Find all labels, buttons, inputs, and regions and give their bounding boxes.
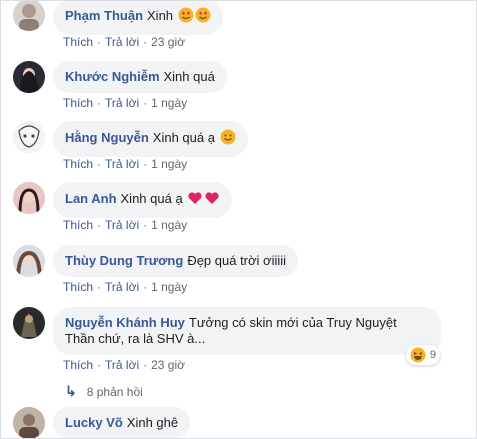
comment-bubble: Lan Anh Xinh quá ạ — [53, 182, 233, 218]
like-link[interactable]: Thích — [63, 280, 93, 294]
separator-dot: · — [97, 35, 102, 49]
reply-arrow-icon: ↳ — [65, 383, 77, 399]
comment-time[interactable]: 23 giờ — [151, 35, 185, 49]
separator-dot: · — [143, 358, 148, 372]
comment-actions: Thích · Trả lời · 1 ngày — [63, 157, 187, 171]
separator-dot: · — [97, 96, 102, 110]
reaction-summary[interactable]: 9 — [405, 345, 440, 365]
avatar[interactable] — [13, 307, 45, 339]
comment-text: Xinh quá — [163, 69, 215, 84]
avatar[interactable] — [13, 182, 45, 214]
reply-link[interactable]: Trả lời — [105, 280, 139, 294]
comment-actions: Thích · Trả lời · 23 giờ — [63, 358, 185, 372]
heart-eyes-emoji-icon — [195, 7, 211, 27]
comment-time[interactable]: 23 giờ — [151, 358, 185, 372]
avatar[interactable] — [13, 1, 45, 31]
avatar[interactable] — [13, 121, 45, 153]
comment-actions: Thích · Trả lời · 1 ngày — [63, 218, 187, 232]
like-link[interactable]: Thích — [63, 218, 93, 232]
comment-time[interactable]: 1 ngày — [151, 157, 187, 171]
reply-link[interactable]: Trả lời — [105, 157, 139, 171]
comment-text: Xinh ghê — [126, 415, 179, 430]
comment-bubble: Hằng Nguyễn Xinh quá ạ — [53, 121, 248, 157]
replies-count: 8 phản hồi — [86, 384, 143, 399]
avatar[interactable] — [13, 245, 45, 277]
separator-dot: · — [143, 35, 148, 49]
comment-actions: Thích · Trả lời · 1 ngày — [63, 280, 187, 294]
reaction-count: 9 — [429, 349, 436, 361]
separator-dot: · — [97, 157, 102, 171]
separator-dot: · — [143, 280, 148, 294]
reply-link[interactable]: Trả lời — [105, 96, 139, 110]
separator-dot: · — [97, 218, 102, 232]
separator-dot: · — [97, 280, 102, 294]
comment-time[interactable]: 1 ngày — [151, 280, 187, 294]
comment-author[interactable]: Hằng Nguyễn — [65, 130, 149, 145]
separator-dot: · — [143, 96, 148, 110]
comment-author[interactable]: Lucky Võ — [65, 415, 123, 430]
like-link[interactable]: Thích — [63, 157, 93, 171]
like-link[interactable]: Thích — [63, 358, 93, 372]
comment-author[interactable]: Phạm Thuận — [65, 8, 143, 23]
comment-text: Đẹp quá trời ơiiiii — [187, 253, 287, 268]
comment-bubble: Lucky Võ Xinh ghê — [53, 407, 191, 438]
smile-emoji-icon — [220, 129, 236, 149]
reply-link[interactable]: Trả lời — [105, 35, 139, 49]
avatar[interactable] — [13, 407, 45, 438]
comment-time[interactable]: 1 ngày — [151, 218, 187, 232]
comment-text: Xinh — [147, 8, 174, 23]
comment-text: Xinh quá ạ — [120, 191, 183, 206]
reply-link[interactable]: Trả lời — [105, 358, 139, 372]
separator-dot: · — [143, 218, 148, 232]
like-link[interactable]: Thích — [63, 35, 93, 49]
comment-author[interactable]: Lan Anh — [65, 191, 117, 206]
comment-author[interactable]: Thùy Dung Trương — [65, 253, 183, 268]
view-replies-link[interactable]: ↳ 8 phản hồi — [65, 383, 143, 400]
comment-author[interactable]: Khước Nghiễm — [65, 69, 160, 84]
reply-link[interactable]: Trả lời — [105, 218, 139, 232]
haha-emoji-icon — [410, 347, 426, 363]
comment-actions: Thích · Trả lời · 23 giờ — [63, 35, 185, 49]
comment-time[interactable]: 1 ngày — [151, 96, 187, 110]
comment-text: Xinh quá ạ — [152, 130, 215, 145]
avatar[interactable] — [13, 61, 45, 93]
separator-dot: · — [143, 157, 148, 171]
comment-actions: Thích · Trả lời · 1 ngày — [63, 96, 187, 110]
comment-author[interactable]: Nguyễn Khánh Huy — [65, 315, 185, 330]
heart-icon — [204, 190, 220, 210]
separator-dot: · — [97, 358, 102, 372]
heart-icon — [187, 190, 203, 210]
heart-eyes-emoji-icon — [178, 7, 194, 27]
comment-bubble: Khước Nghiễm Xinh quá — [53, 61, 227, 93]
comment-bubble: Nguyễn Khánh Huy Tưởng có skin mới của Tr… — [53, 307, 441, 355]
comments-panel: Phạm Thuận Xinh Thích · Trả lời · 23 giờ Khướ… — [0, 0, 477, 439]
comment-bubble: Thùy Dung Trương Đẹp quá trời ơiiiii — [53, 245, 299, 277]
like-link[interactable]: Thích — [63, 96, 93, 110]
comment-bubble: Phạm Thuận Xinh — [53, 1, 223, 35]
